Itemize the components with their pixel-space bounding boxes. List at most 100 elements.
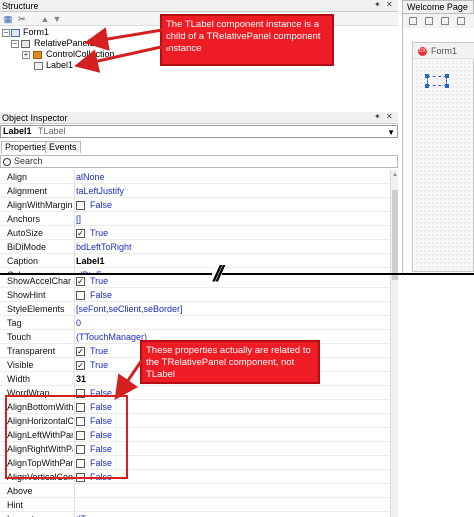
- checkbox-checked-icon[interactable]: ✓: [76, 277, 85, 286]
- callout-bottom-text: These properties actually are related to…: [146, 345, 311, 380]
- tree-item-controlcollection[interactable]: ControlCollection: [46, 49, 115, 60]
- checkbox-icon[interactable]: [76, 291, 85, 300]
- inspector-tabs: Properties Events: [0, 141, 398, 153]
- tree-item-form1[interactable]: Form1: [23, 27, 49, 38]
- callout-bottom: These properties actually are related to…: [140, 340, 320, 384]
- component-name: Label1: [3, 126, 32, 136]
- component-type: TLabel: [38, 126, 66, 136]
- scrollbar[interactable]: ▲: [390, 170, 398, 517]
- arrow-up-icon[interactable]: ▲: [40, 14, 50, 24]
- property-row[interactable]: AlignWithMargins False: [0, 198, 390, 212]
- editor-toolbar: [402, 14, 474, 28]
- tree-item-label1[interactable]: Label1: [46, 60, 73, 71]
- collection-icon: [33, 51, 42, 59]
- handle-icon[interactable]: [425, 84, 429, 88]
- property-value[interactable]: Label1: [76, 254, 105, 268]
- property-row[interactable]: Caption Label1: [0, 254, 390, 268]
- search-placeholder: Search: [14, 156, 43, 166]
- app-logo-icon: DX: [418, 47, 427, 56]
- property-row[interactable]: Tag 0: [0, 316, 390, 330]
- property-name: Align: [7, 172, 28, 182]
- property-value[interactable]: []: [76, 212, 81, 226]
- property-value: False: [90, 290, 113, 300]
- property-row[interactable]: Alignment taLeftJustify: [0, 184, 390, 198]
- property-name: Visible: [7, 360, 34, 370]
- property-value[interactable]: bdLeftToRight: [76, 240, 132, 254]
- property-grid-top: Align alNone Alignment taLeftJustify AlignWi…: [0, 170, 398, 273]
- handle-icon[interactable]: [445, 74, 449, 78]
- panel-icon: [21, 40, 30, 48]
- cut-icon[interactable]: ✂: [17, 14, 27, 24]
- property-name: ShowHint: [7, 290, 46, 300]
- property-row[interactable]: Hint: [0, 498, 390, 512]
- property-row[interactable]: Anchors []: [0, 212, 390, 226]
- checkbox-icon[interactable]: [76, 201, 85, 210]
- pin-icon[interactable]: ✦: [374, 112, 381, 121]
- pin-icon[interactable]: ✦: [374, 0, 381, 9]
- checkbox-checked-icon[interactable]: ✓: [76, 361, 85, 370]
- form-caption-bar: DX Form1: [413, 43, 474, 59]
- column-divider: [74, 170, 75, 273]
- tab-welcome-page[interactable]: Welcome Page: [407, 2, 468, 12]
- property-row[interactable]: ShowHint False: [0, 288, 390, 302]
- property-value[interactable]: tlTop: [76, 512, 95, 517]
- toolbar-icon[interactable]: [457, 17, 465, 25]
- property-value[interactable]: alNone: [76, 170, 105, 184]
- search-icon: [3, 158, 11, 166]
- grid-icon[interactable]: ▦: [3, 14, 13, 24]
- property-name: ShowAccelChar: [7, 276, 72, 286]
- scroll-thumb[interactable]: [392, 190, 398, 280]
- editor-tabs: Welcome Page: [402, 0, 474, 14]
- property-row[interactable]: Above: [0, 484, 390, 498]
- inspector-title: Object Inspector: [0, 112, 398, 124]
- checkbox-checked-icon[interactable]: ✓: [76, 347, 85, 356]
- property-name: AutoSize: [7, 228, 44, 238]
- property-row[interactable]: StyleElements [seFont,seClient,seBorder]: [0, 302, 390, 316]
- callout-top-text: The TLabel component instance is a child…: [166, 19, 321, 54]
- property-name: BiDiMode: [7, 242, 47, 252]
- property-name: Tag: [7, 318, 22, 328]
- collapse-icon[interactable]: −: [2, 29, 10, 37]
- tab-properties[interactable]: Properties: [1, 141, 51, 153]
- property-row[interactable]: ShowAccelChar ✓ True: [0, 274, 390, 288]
- property-row[interactable]: LayouttlTop: [0, 512, 390, 517]
- selected-label-handles-icon[interactable]: [427, 76, 447, 86]
- tree: − Form1 − RelativePanel1 + ControlCollec…: [0, 27, 160, 77]
- inspector-title-text: Object Inspector: [2, 113, 68, 123]
- property-value[interactable]: 0: [76, 316, 81, 330]
- property-row[interactable]: AutoSize ✓ True: [0, 226, 390, 240]
- label-icon: [34, 62, 43, 70]
- property-value[interactable]: [seFont,seClient,seBorder]: [76, 302, 183, 316]
- dotted-grid: [415, 61, 473, 271]
- component-selector[interactable]: Label1 TLabel ▼: [0, 125, 398, 138]
- scroll-up-icon[interactable]: ▲: [392, 172, 398, 178]
- form-preview[interactable]: DX Form1: [412, 42, 474, 272]
- collapse-icon[interactable]: −: [11, 40, 19, 48]
- property-value: True: [90, 346, 109, 356]
- property-row[interactable]: Align alNone: [0, 170, 390, 184]
- property-name: Touch: [7, 332, 32, 342]
- structure-title-text: Structure: [2, 1, 39, 11]
- expand-icon[interactable]: +: [22, 51, 30, 59]
- checkbox-checked-icon[interactable]: ✓: [76, 229, 85, 238]
- property-name: Width: [7, 374, 31, 384]
- close-icon[interactable]: ✕: [386, 0, 393, 9]
- property-row[interactable]: BiDiMode bdLeftToRight: [0, 240, 390, 254]
- chevron-down-icon[interactable]: ▼: [387, 127, 395, 138]
- property-value[interactable]: taLeftJustify: [76, 184, 124, 198]
- handle-icon[interactable]: [445, 84, 449, 88]
- tab-events[interactable]: Events: [45, 141, 81, 153]
- property-value[interactable]: (TTouchManager): [76, 330, 147, 344]
- arrow-down-icon[interactable]: ▼: [52, 14, 62, 24]
- tree-item-relativepanel1[interactable]: RelativePanel1: [34, 38, 95, 49]
- toolbar-icon[interactable]: [425, 17, 433, 25]
- property-name: Transparent: [7, 346, 56, 356]
- toolbar-icon[interactable]: [441, 17, 449, 25]
- close-icon[interactable]: ✕: [386, 112, 393, 121]
- handle-icon[interactable]: [425, 74, 429, 78]
- toolbar-icon[interactable]: [409, 17, 417, 25]
- search-input[interactable]: Search: [0, 155, 398, 168]
- property-value[interactable]: 31: [76, 372, 86, 386]
- property-name: StyleElements: [7, 304, 65, 314]
- property-name: Above: [7, 486, 33, 496]
